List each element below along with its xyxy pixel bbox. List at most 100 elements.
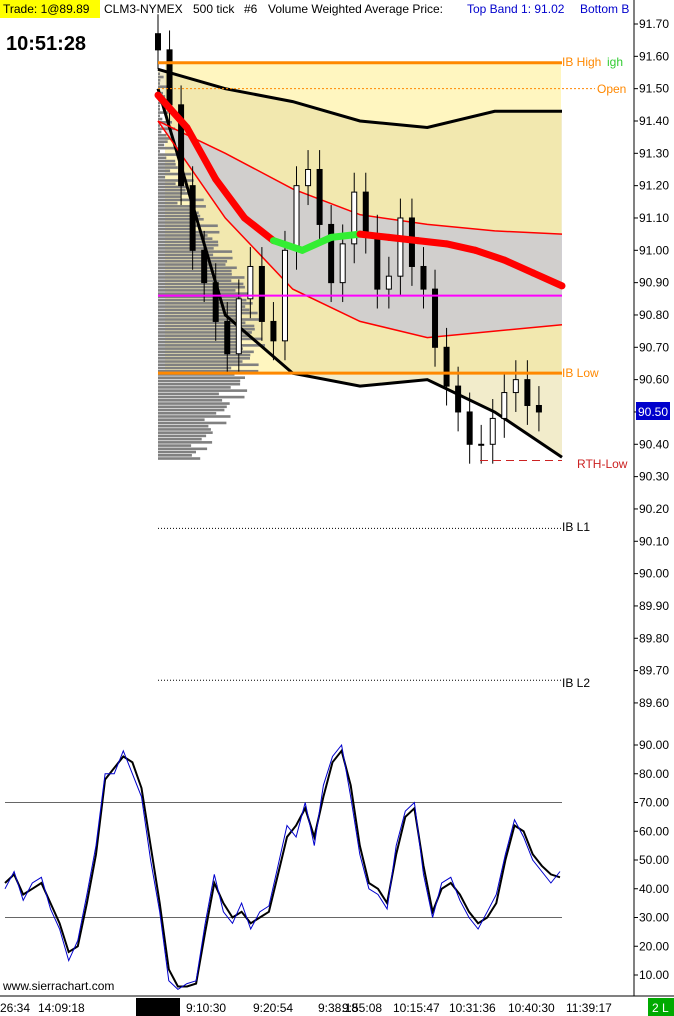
profile-bar <box>158 418 205 422</box>
candle-body <box>397 217 404 277</box>
profile-bar <box>158 117 163 121</box>
candle-body <box>316 168 323 225</box>
profile-bar <box>158 457 201 460</box>
oscillator-panel <box>4 743 562 991</box>
time-axis: 26:34 14:09:18 5-1 We 9:10:30 9:20:54 9:38:18… <box>0 998 612 1016</box>
osc-tick-label: 90.00 <box>639 738 669 752</box>
profile-bar <box>158 143 165 147</box>
ib-high-suffix-label: igh <box>607 55 623 69</box>
profile-bar <box>158 318 264 321</box>
time-label: 9:10:30 <box>186 1001 226 1015</box>
profile-bar <box>158 379 241 383</box>
profile-bar <box>158 411 217 415</box>
time-label: 11:39:17 <box>566 1001 612 1015</box>
profile-bar <box>158 156 167 160</box>
profile-bar <box>158 415 231 418</box>
profile-bar <box>158 114 160 118</box>
price-axis: 91.70 91.60 91.50 91.40 91.30 91.20 91.10 91.00… <box>634 17 669 710</box>
osc-slow-line <box>4 748 561 988</box>
candle-body <box>293 185 300 251</box>
profile-bar <box>158 75 164 79</box>
profile-bar <box>158 227 195 231</box>
osc-tick-label: 60.00 <box>639 824 669 838</box>
profile-bar <box>158 356 250 360</box>
oscillator-axis: 90.00 80.00 70.00 60.00 50.00 40.00 30.00 20.00… <box>634 738 669 982</box>
price-tick-label: 91.10 <box>639 211 669 225</box>
profile-bar <box>158 137 171 140</box>
ib-l2-label: IB L2 <box>562 676 590 690</box>
profile-bar <box>158 230 220 234</box>
profile-bar <box>158 444 192 447</box>
candle-body <box>455 385 462 413</box>
profile-bar <box>158 208 190 211</box>
profile-bar <box>158 150 160 153</box>
profile-bar <box>158 424 209 428</box>
candle-body <box>466 411 473 445</box>
profile-bar <box>158 395 245 399</box>
price-tick-label: 91.60 <box>639 49 669 63</box>
chart-canvas[interactable]: Trade: 1@89.89 CLM3-NYMEX 500 tick #6 Vo… <box>0 0 674 1016</box>
profile-bar <box>158 279 232 283</box>
profile-bar <box>158 434 207 438</box>
price-tick-label: 90.90 <box>639 276 669 290</box>
price-tick-label: 91.30 <box>639 146 669 160</box>
candle-body <box>524 379 531 406</box>
profile-bar <box>158 360 243 363</box>
profile-bar <box>158 172 192 176</box>
profile-bar <box>158 130 162 134</box>
time-label: 9:55:08 <box>342 1001 382 1015</box>
profile-bar <box>158 366 232 370</box>
watermark: www.sierrachart.com <box>2 979 114 993</box>
price-tick-label: 90.30 <box>639 470 669 484</box>
profile-bar <box>158 382 241 386</box>
clock: 10:51:28 <box>6 33 86 55</box>
candle-body <box>224 320 231 355</box>
symbol-label: CLM3-NYMEX <box>104 2 183 16</box>
candle-body <box>247 265 254 300</box>
profile-bar <box>158 72 160 76</box>
ib-l1-label: IB L1 <box>562 520 590 534</box>
profile-bar <box>158 386 231 389</box>
profile-bar <box>158 266 237 270</box>
profile-bar <box>158 450 196 454</box>
candle-body <box>155 33 161 51</box>
candle-body <box>201 249 208 284</box>
candle-body <box>362 191 369 235</box>
open-label: Open <box>597 82 626 96</box>
osc-tick-label: 70.00 <box>639 796 669 810</box>
profile-bar <box>158 408 225 412</box>
time-label: 10:40:30 <box>508 1001 555 1015</box>
price-tick-label: 90.60 <box>639 373 669 387</box>
profile-bar <box>158 389 248 392</box>
study-label: Volume Weighted Average Price: <box>268 2 443 16</box>
price-tick-label: 89.80 <box>639 631 669 645</box>
time-label: 10:15:47 <box>393 1001 440 1015</box>
price-tick-label: 91.20 <box>639 179 669 193</box>
bar-type-label: 500 tick <box>193 2 235 16</box>
chart-number-label: #6 <box>244 2 258 16</box>
price-tick-label: 90.10 <box>639 534 669 548</box>
time-label: 10:31:36 <box>449 1001 496 1015</box>
profile-bar <box>158 285 245 289</box>
profile-bar <box>158 169 171 173</box>
vwap-segment <box>327 230 364 241</box>
candle-body <box>420 265 427 290</box>
profile-bar <box>158 133 167 137</box>
profile-bar <box>158 376 245 379</box>
profile-bar <box>158 282 244 286</box>
profile-bar <box>158 298 247 302</box>
candle-body <box>374 233 381 290</box>
candle-body <box>501 392 508 419</box>
price-tick-label: 90.70 <box>639 340 669 354</box>
price-tick-label: 89.70 <box>639 664 669 678</box>
profile-bar <box>158 308 250 312</box>
vwap-segment <box>356 230 393 241</box>
price-tick-label: 90.20 <box>639 502 669 516</box>
profile-bar <box>158 140 168 143</box>
vwap-segment <box>385 233 422 245</box>
profile-bar <box>158 256 233 260</box>
osc-fast-line <box>4 743 561 991</box>
profile-bar <box>158 289 236 292</box>
price-tick-label: 90.80 <box>639 308 669 322</box>
profile-bar <box>158 195 181 198</box>
